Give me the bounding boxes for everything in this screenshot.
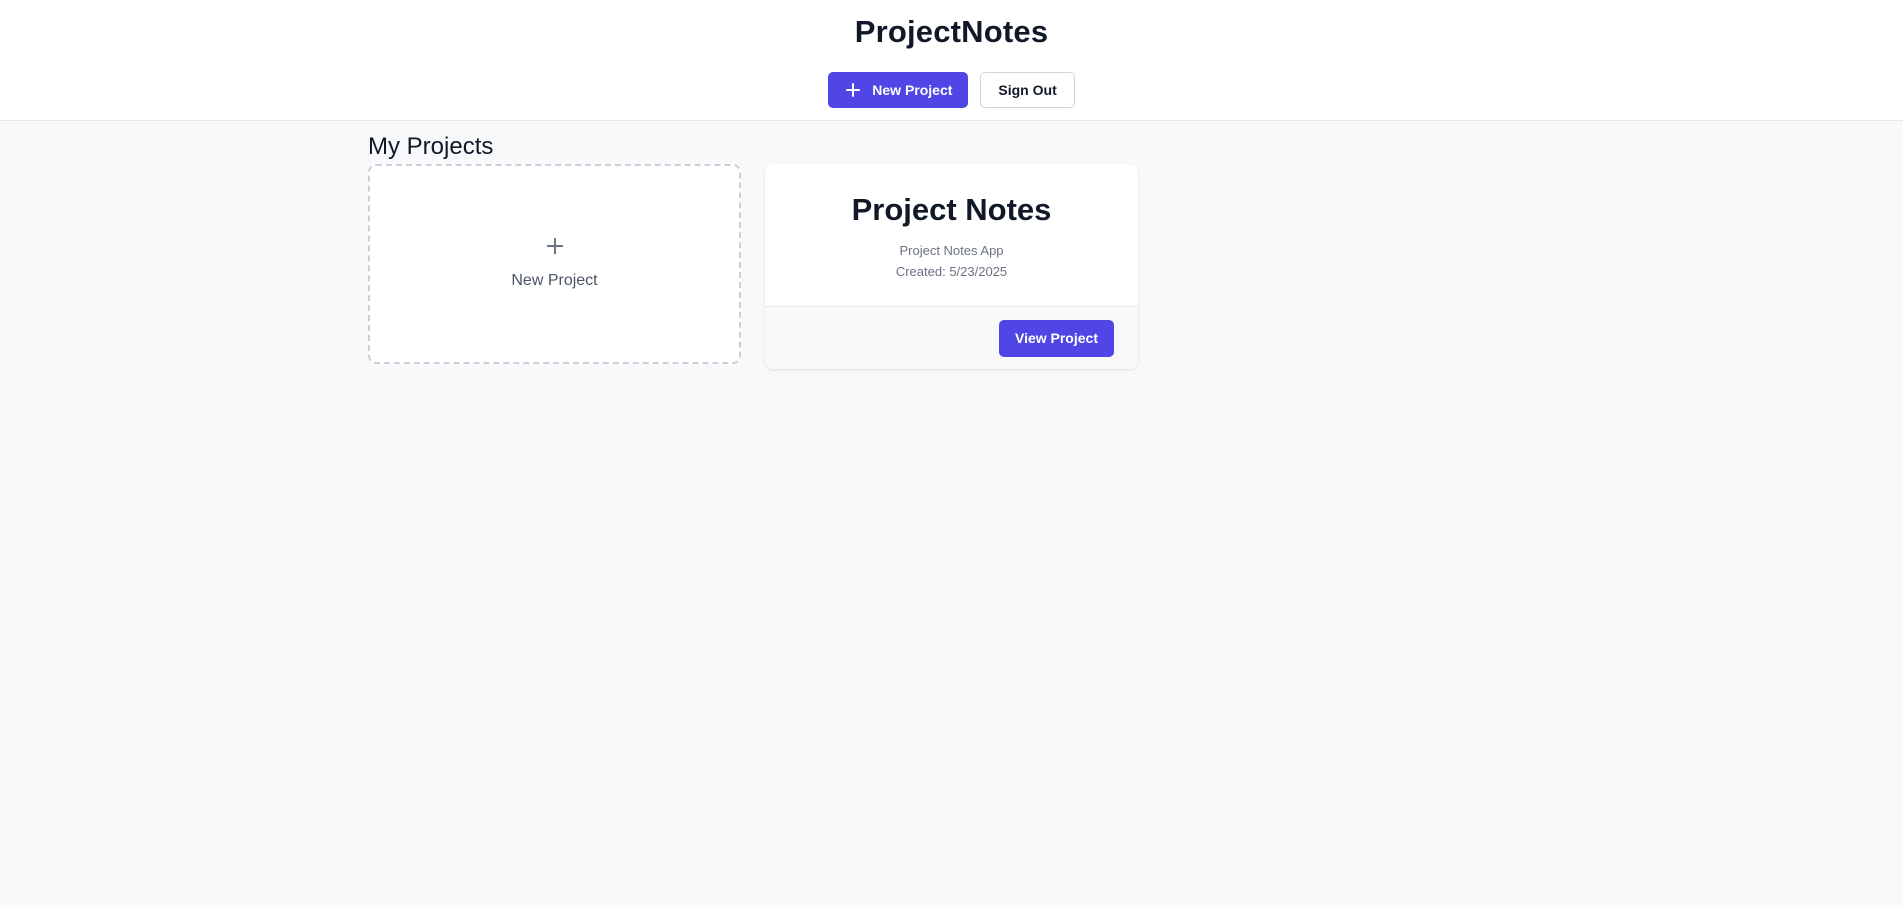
view-project-button[interactable]: View Project bbox=[998, 319, 1114, 357]
section-title: My Projects bbox=[368, 133, 494, 160]
header-actions: New Project Sign Out bbox=[0, 72, 1903, 108]
project-description: Project Notes App bbox=[899, 243, 1004, 258]
project-card: Project Notes Project Notes App Created:… bbox=[765, 164, 1138, 369]
new-project-button[interactable]: New Project bbox=[828, 72, 969, 108]
new-project-button-label: New Project bbox=[872, 82, 953, 98]
plus-icon bbox=[846, 83, 861, 97]
project-created-date: Created: 5/23/2025 bbox=[895, 264, 1008, 279]
new-project-card-label: New Project bbox=[511, 272, 598, 289]
project-card-body: Project Notes Project Notes App Created:… bbox=[765, 164, 1138, 307]
app-header: ProjectNotes New Project Sign Out bbox=[0, 0, 1903, 121]
project-title: Project Notes bbox=[851, 192, 1052, 227]
project-card-footer: View Project bbox=[765, 307, 1138, 369]
new-project-card[interactable]: New Project bbox=[368, 164, 741, 364]
app-title: ProjectNotes bbox=[854, 14, 1049, 49]
plus-icon bbox=[546, 238, 563, 254]
sign-out-button[interactable]: Sign Out bbox=[980, 72, 1075, 108]
